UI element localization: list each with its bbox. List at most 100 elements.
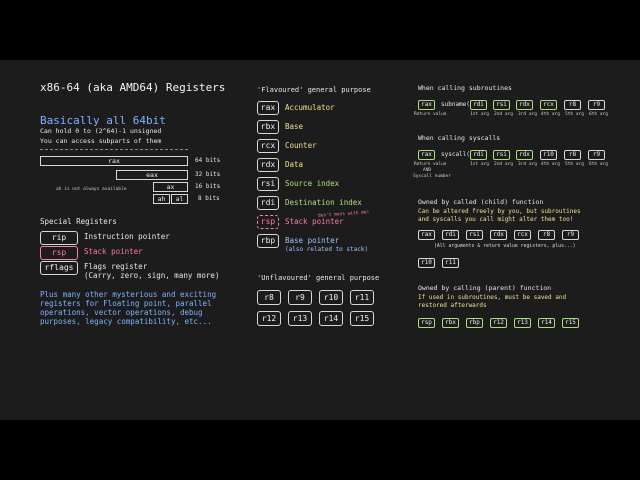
bar-ah: ah — [153, 194, 170, 204]
sys-arg-rdx: rdx — [516, 150, 533, 160]
para-line-2: registers for Floating point, parallel — [40, 299, 212, 308]
slide-panel: x86-64 (aka AMD64) Registers Basically a… — [0, 60, 640, 420]
sys-arg-label-5: 5th arg — [565, 162, 584, 167]
sys-ret-label-1: Return value — [414, 162, 447, 167]
reg-rsi: rsi — [257, 177, 279, 191]
parent-text-2: restored afterwards — [418, 302, 487, 309]
reg-rax: rax — [257, 101, 279, 115]
child-title: Owned by called (child) function — [418, 198, 544, 206]
child-reg-rax: rax — [418, 230, 435, 240]
sub-arg-r8: r8 — [564, 100, 581, 110]
reg-r15: r15 — [350, 311, 374, 326]
desc-rip: Instruction pointer — [84, 232, 170, 241]
desc-rsi: Source index — [285, 179, 340, 188]
reg-rsp: rsp — [257, 215, 279, 229]
desc-rsp: Stack pointer — [285, 217, 344, 226]
reg-rcx: rcx — [257, 139, 279, 153]
slide-title: x86-64 (aka AMD64) Registers — [40, 81, 226, 94]
divider — [40, 149, 188, 150]
child-reg-rsi: rsi — [466, 230, 483, 240]
para-line-1: Plus many other mysterious and exciting — [40, 290, 217, 299]
parent-reg-r14: r14 — [538, 318, 555, 328]
para-line-3: operations, vector operations, debug — [40, 308, 203, 317]
sys-ret-label-2: AND — [423, 168, 432, 173]
parent-reg-rbx: rbx — [442, 318, 459, 328]
sys-arg-r10: r10 — [540, 150, 557, 160]
syscalls-title: When calling syscalls — [418, 134, 501, 142]
reg-rflags: rflags — [40, 261, 78, 275]
special-title: Special Registers — [40, 217, 117, 226]
child-reg-r10: r10 — [418, 258, 435, 268]
sub-arg-label-6: 6th arg — [589, 112, 608, 117]
sub-arg-rdi: rdi — [470, 100, 487, 110]
sys-ret-rax: rax — [418, 150, 435, 160]
sys-arg-label-6: 6th arg — [589, 162, 608, 167]
bar-eax: eax — [116, 170, 188, 180]
sys-arg-r8: r8 — [564, 150, 581, 160]
sub-ret-rax: rax — [418, 100, 435, 110]
sub-arg-label-3: 3rd arg — [518, 112, 537, 117]
sys-arg-r9: r9 — [588, 150, 605, 160]
child-reg-rdi: rdi — [442, 230, 459, 240]
subtitle: Basically all 64bit — [40, 114, 166, 127]
sys-arg-label-2: 2nd arg — [494, 162, 513, 167]
bits-32: 32 bits — [195, 171, 221, 178]
reg-rdx: rdx — [257, 158, 279, 172]
sub-arg-rcx: rcx — [540, 100, 557, 110]
info-line-1: Can hold 0 to (2^64)-1 unsigned — [40, 127, 162, 135]
sys-arg-label-3: 3rd arg — [518, 162, 537, 167]
sub-arg-rdx: rdx — [516, 100, 533, 110]
reg-rbp: rbp — [257, 234, 279, 248]
info-line-2: You can access subparts of them — [40, 137, 162, 145]
sys-arg-rdi: rdi — [470, 150, 487, 160]
child-reg-r8: r8 — [538, 230, 555, 240]
child-text-2: and syscalls you call might alter them t… — [418, 216, 574, 223]
unflavoured-title: 'Unflavoured' general purpose — [257, 274, 380, 282]
desc-rflags: Flags register — [84, 262, 148, 271]
flags-note: (Carry, zero, sign, many more) — [84, 271, 220, 280]
para-line-4: purposes, legacy compatibility, etc... — [40, 317, 212, 326]
reg-rdi: rdi — [257, 196, 279, 210]
sub-arg-label-5: 5th arg — [565, 112, 584, 117]
desc-rax: Accumulator — [285, 103, 335, 112]
parent-reg-rbp: rbp — [466, 318, 483, 328]
child-reg-r9: r9 — [562, 230, 579, 240]
parent-reg-rsp: rsp — [418, 318, 435, 328]
child-reg-r11: r11 — [442, 258, 459, 268]
reg-rip: rip — [40, 231, 78, 245]
child-reg-rcx: rcx — [514, 230, 531, 240]
bits-16: 16 bits — [195, 183, 221, 190]
bar-ax: ax — [153, 182, 188, 192]
bar-rax: rax — [40, 156, 188, 166]
sys-arg-label-4: 4th arg — [541, 162, 560, 167]
parent-reg-r12: r12 — [490, 318, 507, 328]
desc-rsp-special: Stack pointer — [84, 247, 143, 256]
desc-rbp: Base pointer — [285, 236, 340, 245]
sub-fn-name: subname( — [441, 101, 470, 108]
desc-rbx: Base — [285, 122, 304, 131]
sys-arg-rsi: rsi — [493, 150, 510, 160]
sys-arg-label-1: 1st arg — [470, 162, 489, 167]
desc-rdx: Data — [285, 160, 304, 169]
flavoured-title: 'Flavoured' general purpose — [257, 86, 371, 94]
parent-reg-r15: r15 — [562, 318, 579, 328]
reg-rsp-special: rsp — [40, 246, 78, 260]
ah-note: ah is not always available — [56, 187, 127, 192]
parent-title: Owned by calling (parent) function — [418, 284, 552, 292]
parent-text-1: If used in subroutines, must be saved an… — [418, 294, 567, 301]
parent-reg-r13: r13 — [514, 318, 531, 328]
reg-r13: r13 — [288, 311, 312, 326]
bits-8: 8 bits — [198, 195, 220, 202]
subroutines-title: When calling subroutines — [418, 84, 512, 92]
reg-r11: r11 — [350, 290, 374, 305]
reg-r9: r9 — [288, 290, 312, 305]
bar-al: al — [171, 194, 188, 204]
sub-arg-label-2: 2nd arg — [494, 112, 513, 117]
reg-rbx: rbx — [257, 120, 279, 134]
reg-r14: r14 — [319, 311, 343, 326]
sub-arg-rsi: rsi — [493, 100, 510, 110]
child-note: (All arguments & return value registers,… — [434, 244, 576, 249]
desc-rdi: Destination index — [285, 198, 362, 207]
desc-rcx: Counter — [285, 141, 317, 150]
bits-64: 64 bits — [195, 157, 221, 164]
